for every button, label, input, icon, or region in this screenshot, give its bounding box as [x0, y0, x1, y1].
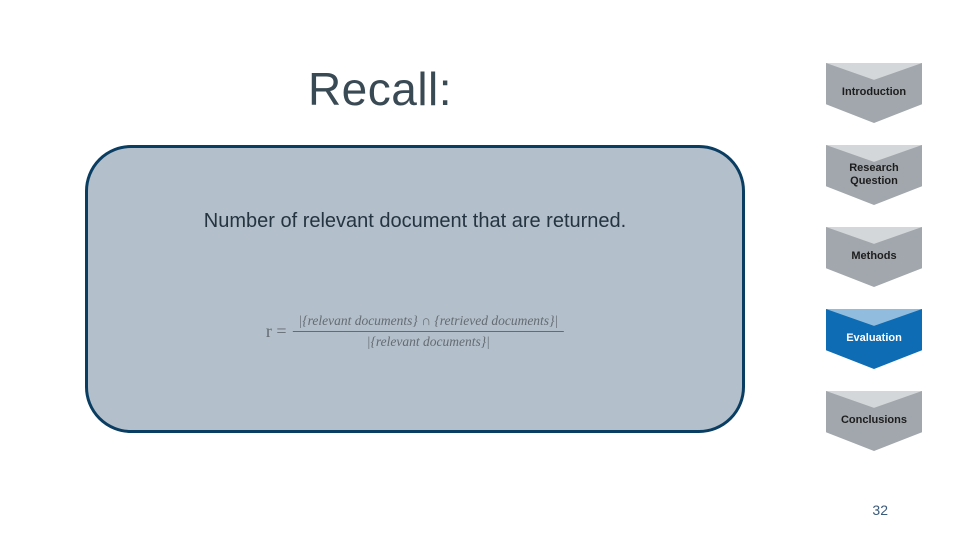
formula-lhs: r = — [266, 321, 287, 342]
progress-step-label: Conclusions — [835, 414, 913, 427]
progress-step: Introduction — [826, 63, 922, 123]
page-number: 32 — [872, 502, 888, 518]
slide-title: Recall: — [0, 62, 760, 116]
progress-steps: Introduction Research Question Methods Eval… — [826, 63, 922, 451]
progress-step-label: Methods — [845, 250, 902, 263]
definition-text: Number of relevant document that are ret… — [135, 210, 695, 233]
formula-denominator: |{relevant documents}| — [367, 332, 490, 350]
definition-bubble: Number of relevant document that are ret… — [85, 145, 745, 433]
recall-formula: r = |{relevant documents} ∩ {retrieved d… — [266, 313, 564, 350]
progress-step: Conclusions — [826, 391, 922, 451]
progress-step: Methods — [826, 227, 922, 287]
progress-step-label: Evaluation — [840, 332, 908, 345]
progress-step-label: Research Question — [826, 162, 922, 188]
progress-step: Research Question — [826, 145, 922, 205]
progress-step-label: Introduction — [836, 86, 912, 99]
formula-numerator: |{relevant documents} ∩ {retrieved docum… — [292, 313, 564, 332]
slide: Recall: Number of relevant document that… — [0, 0, 960, 540]
progress-step: Evaluation — [826, 309, 922, 369]
